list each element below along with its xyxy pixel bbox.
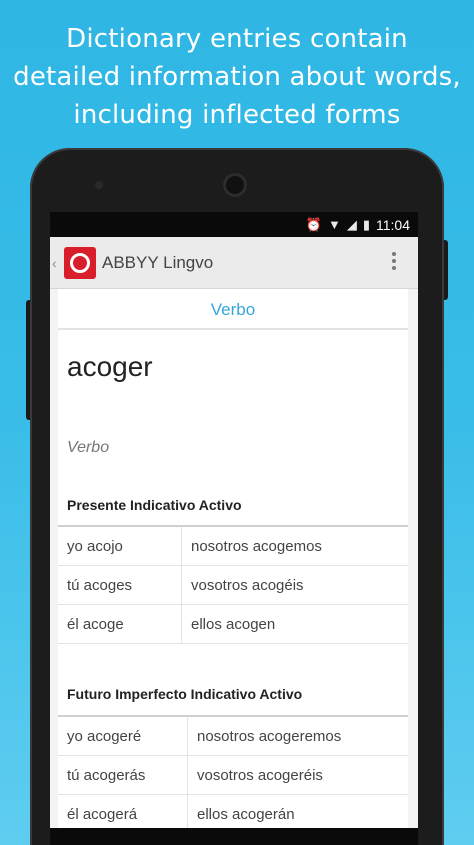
phone-camera <box>223 173 247 197</box>
status-bar: ⏰ ▼ ◢ ▮ 11:04 <box>50 212 418 237</box>
table-row: tú acogerás vosotros acogeréis <box>58 756 408 795</box>
table-cell: vosotros acogéis <box>191 576 304 594</box>
table-cell: ellos acogen <box>191 615 276 633</box>
table-cell: yo acojo <box>58 527 182 565</box>
table-cell: nosotros acogeremos <box>197 727 342 745</box>
table-cell: tú acoges <box>58 566 182 604</box>
promo-headline: Dictionary entries contain detailed info… <box>0 20 474 134</box>
headline-line-1: Dictionary entries contain <box>66 24 408 54</box>
table-cell: nosotros acogemos <box>191 537 322 555</box>
table-row: yo acogeré nosotros acogeremos <box>58 717 408 756</box>
part-of-speech: Verbo <box>67 439 110 456</box>
app-title: ABBYY Lingvo <box>102 252 214 272</box>
table-cell: vosotros acogeréis <box>197 766 323 784</box>
conjugation-table: yo acogeré nosotros acogeremos tú acoger… <box>58 715 408 834</box>
conjugation-table: yo acojo nosotros acogemos tú acoges vos… <box>58 525 408 644</box>
navigation-bar <box>50 828 418 845</box>
table-row: él acoge ellos acogen <box>58 605 408 644</box>
table-row: tú acoges vosotros acogéis <box>58 566 408 605</box>
status-time: 11:04 <box>376 216 410 233</box>
signal-icon: ◢ <box>346 216 357 232</box>
entry-card: Verbo acoger Verbo Presente Indicativo A… <box>58 289 408 845</box>
table-cell: yo acogeré <box>58 717 188 755</box>
alarm-icon: ⏰ <box>305 216 322 232</box>
abbyy-logo-icon[interactable] <box>64 246 96 279</box>
phone-screen: ⏰ ▼ ◢ ▮ 11:04 ‹ ABBYY Lingvo Verbo acoge… <box>50 212 418 845</box>
table-cell: él acoge <box>58 605 182 643</box>
tab-verbo[interactable]: Verbo <box>58 289 408 330</box>
back-chevron-icon[interactable]: ‹ <box>52 255 64 271</box>
headline-line-3: including inflected forms <box>73 100 401 130</box>
section-title: Futuro Imperfecto Indicativo Activo <box>67 686 303 702</box>
overflow-menu-icon[interactable] <box>392 249 398 273</box>
headword: acoger <box>67 351 153 382</box>
wifi-icon: ▼ <box>327 217 341 232</box>
table-row: yo acojo nosotros acogemos <box>58 527 408 566</box>
table-cell: tú acogerás <box>58 756 188 794</box>
phone-sensor <box>95 181 103 189</box>
section-title: Presente Indicativo Activo <box>67 497 242 513</box>
headline-line-2: detailed information about words, <box>13 62 461 92</box>
app-bar: ‹ ABBYY Lingvo <box>50 237 418 289</box>
battery-icon: ▮ <box>362 216 370 232</box>
